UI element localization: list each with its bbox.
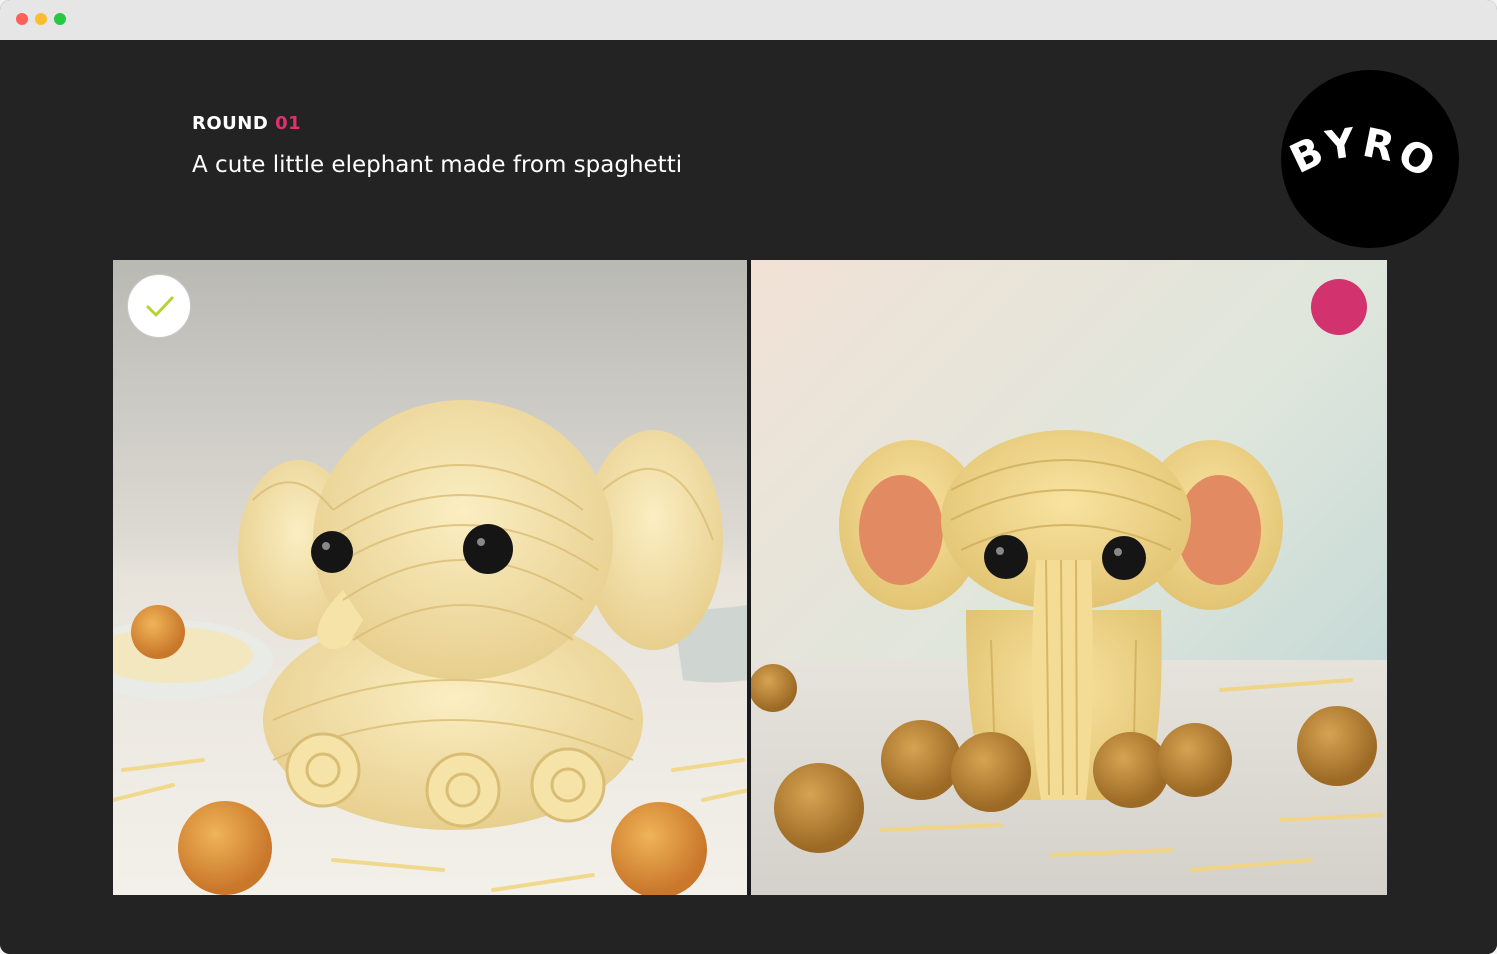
logo-text: BYRO <box>1283 120 1445 189</box>
image-option-left[interactable] <box>113 260 749 895</box>
logo-text-path: BYRO <box>1283 120 1441 189</box>
spaghetti-elephant-image <box>113 260 749 895</box>
spaghetti-elephant-image <box>751 260 1387 895</box>
prompt-text: A cute little elephant made from spaghet… <box>192 152 683 178</box>
maximize-window-button[interactable] <box>54 13 66 25</box>
round-number: 01 <box>275 113 302 134</box>
browser-window: ROUND 01 A cute little elephant made fro… <box>0 0 1497 954</box>
minimize-window-button[interactable] <box>35 13 47 25</box>
byro-logo[interactable]: BYRO <box>1281 70 1459 248</box>
select-dot[interactable] <box>1311 279 1367 335</box>
checkmark-icon <box>146 296 174 317</box>
round-heading: ROUND 01 <box>192 113 301 134</box>
window-titlebar <box>0 0 1497 40</box>
close-window-button[interactable] <box>16 13 28 25</box>
logo-mark: BYRO <box>1283 120 1445 189</box>
game-screen: ROUND 01 A cute little elephant made fro… <box>0 40 1497 954</box>
round-label-text: ROUND <box>192 113 269 134</box>
selected-check-badge[interactable] <box>127 274 191 338</box>
image-option-right[interactable] <box>751 260 1387 895</box>
